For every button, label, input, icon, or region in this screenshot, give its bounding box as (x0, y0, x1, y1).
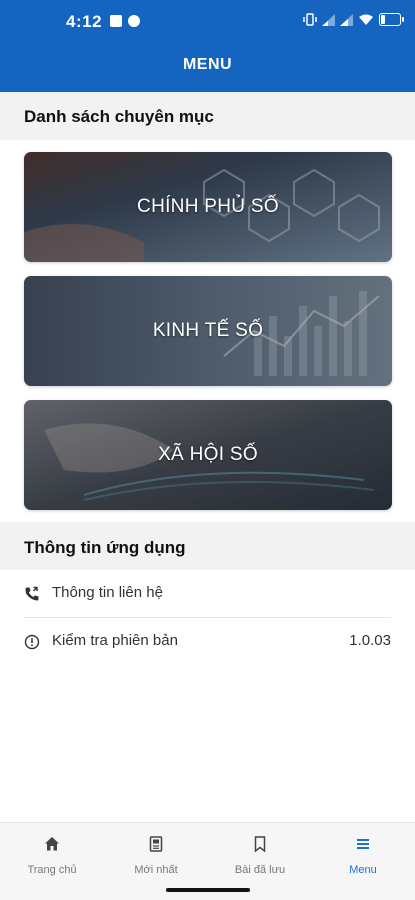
gallery-notification-icon (110, 15, 122, 27)
home-gesture-bar[interactable] (166, 888, 250, 892)
battery-level (381, 15, 385, 24)
categories-section-header: Danh sách chuyên mục (0, 92, 415, 140)
check-version-label: Kiểm tra phiên bản (52, 632, 178, 649)
nav-saved-label: Bài đã lưu (234, 864, 286, 876)
nav-menu[interactable]: Menu (311, 835, 415, 876)
category-label: CHÍNH PHỦ SỐ (137, 196, 279, 217)
battery-icon (379, 13, 404, 26)
wifi-icon (359, 14, 373, 25)
category-card-xa-hoi-so[interactable]: XÃ HỘI SỐ (24, 400, 392, 510)
nav-latest-label: Mới nhất (134, 864, 178, 876)
messenger-notification-icon (128, 15, 140, 27)
nav-latest[interactable]: Mới nhất (104, 835, 208, 876)
news-icon (149, 836, 163, 852)
contact-info-row[interactable]: Thông tin liên hệ (0, 570, 415, 618)
vibrate-icon (303, 13, 317, 26)
app-info-section-title: Thông tin ứng dụng (24, 538, 186, 557)
nav-menu-label: Menu (349, 864, 377, 876)
notification-icons (110, 15, 140, 27)
signal-icon (322, 13, 335, 26)
nav-saved[interactable]: Bài đã lưu (208, 835, 312, 876)
contact-info-label: Thông tin liên hệ (52, 584, 163, 601)
nav-home[interactable]: Trang chủ (0, 835, 104, 876)
status-time: 4:12 (66, 12, 103, 31)
category-label: KINH TẾ SỐ (152, 320, 264, 341)
home-icon (45, 837, 59, 851)
top-bar: 4:12 MENU (0, 0, 415, 92)
status-bar: 4:12 (0, 0, 415, 44)
app-info-section-header: Thông tin ứng dụng (0, 522, 415, 570)
page-title: MENU (182, 56, 233, 73)
check-version-row[interactable]: Kiểm tra phiên bản 1.0.03 (0, 618, 415, 666)
app-screen: 4:12 MENU Danh sách chuyên mục CHÍNH PHỦ… (0, 0, 415, 900)
system-icons (303, 13, 404, 26)
signal-icon (340, 13, 353, 26)
bookmark-icon (254, 836, 266, 853)
category-card-chinh-phu-so[interactable]: CHÍNH PHỦ SỐ (24, 152, 392, 262)
version-number: 1.0.03 (349, 632, 391, 649)
phone-icon (25, 586, 39, 601)
categories-section-title: Danh sách chuyên mục (24, 107, 214, 126)
category-card-kinh-te-so[interactable]: KINH TẾ SỐ (24, 276, 392, 386)
menu-icon (357, 839, 369, 849)
nav-home-label: Trang chủ (27, 864, 77, 876)
info-icon (24, 634, 40, 650)
category-label: XÃ HỘI SỐ (158, 444, 258, 465)
